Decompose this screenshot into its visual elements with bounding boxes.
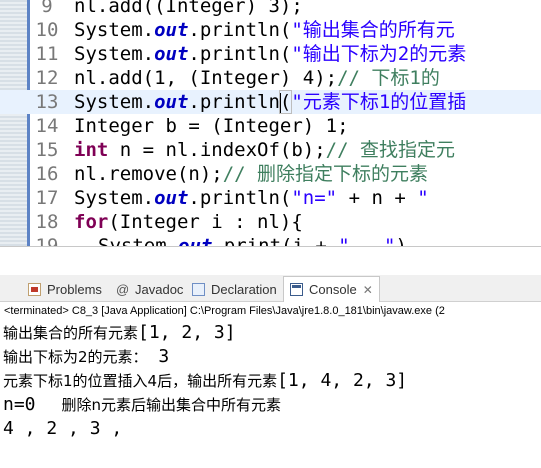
code-text: System.out.println("输出下标为2的元素 (74, 43, 467, 65)
code-text: System.out.println("n=" + n + " (74, 187, 429, 209)
line-number: 13 (35, 91, 59, 113)
code-line-15[interactable]: 15 int n = nl.indexOf(b);// 查找指定元 (0, 138, 541, 162)
tab-console[interactable]: Console ✕ (283, 276, 380, 302)
console-line: 输出下标为2的元素： 3 (3, 346, 170, 367)
tab-label: Javadoc (135, 282, 184, 297)
code-line-9[interactable]: 9 nl.add((Integer) 3); (0, 0, 541, 18)
code-line-18[interactable]: 18 for(Integer i : nl){ (0, 210, 541, 234)
tab-label: Problems (47, 282, 102, 297)
tab-label: Console (309, 282, 357, 297)
line-number: 9 (41, 0, 53, 17)
code-text: nl.add(1, (Integer) 4);// 下标1的 (74, 67, 440, 89)
tab-label: Declaration (211, 282, 277, 297)
console-line: 输出集合的所有元素[1, 2, 3] (3, 322, 236, 343)
line-number: 12 (35, 67, 59, 89)
code-text: for(Integer i : nl){ (74, 211, 303, 233)
console-line: 元素下标1的位置插入4后，输出所有元素[1, 4, 2, 3] (3, 370, 408, 391)
code-line-19[interactable]: 19 System.out.print(i + " ,") (0, 234, 541, 246)
code-text: System.out.print(i + " ,") (98, 235, 407, 246)
code-line-14[interactable]: 14 Integer b = (Integer) 1; (0, 114, 541, 138)
console-status-line: <terminated> C8_3 [Java Application] C:\… (4, 305, 445, 317)
problems-icon (28, 283, 41, 296)
code-line-16[interactable]: 16 nl.remove(n);// 删除指定下标的元素 (0, 162, 541, 186)
code-text: int n = nl.indexOf(b);// 查找指定元 (74, 139, 455, 161)
code-line-17[interactable]: 17 System.out.println("n=" + n + " (0, 186, 541, 210)
javadoc-at-icon: @ (116, 282, 130, 297)
code-line-11[interactable]: 11 System.out.println("输出下标为2的元素 (0, 42, 541, 66)
code-text: System.out.println("元素下标1的位置插 (74, 90, 467, 114)
line-number: 17 (35, 187, 59, 209)
code-line-13-current[interactable]: 13 System.out.println("元素下标1的位置插 (0, 90, 541, 114)
line-number: 16 (35, 163, 59, 185)
tab-javadoc[interactable]: @ Javadoc (116, 277, 183, 302)
line-number: 18 (35, 211, 59, 233)
console-line: n=0 删除n元素后输出集合中所有元素 (3, 394, 282, 415)
line-number: 10 (35, 19, 59, 41)
line-number: 19 (35, 235, 59, 246)
console-line: 4 , 2 , 3 , (3, 418, 123, 439)
tab-declaration[interactable]: Declaration (192, 277, 277, 302)
code-line-10[interactable]: 10 System.out.println("输出集合的所有元 (0, 18, 541, 42)
view-tab-bar: Problems @ Javadoc Declaration Console ✕ (0, 275, 541, 302)
code-text: nl.add((Integer) 3); (74, 0, 303, 17)
line-number: 11 (35, 43, 59, 65)
line-number: 14 (35, 115, 59, 137)
code-text: System.out.println("输出集合的所有元 (74, 19, 455, 41)
console-icon (290, 283, 303, 296)
tab-problems[interactable]: Problems (28, 277, 102, 302)
declaration-icon (192, 283, 205, 296)
code-editor[interactable]: 9 nl.add((Integer) 3); 10 System.out.pri… (0, 0, 541, 246)
code-text: nl.remove(n);// 删除指定下标的元素 (74, 163, 429, 185)
code-line-12[interactable]: 12 nl.add(1, (Integer) 4);// 下标1的 (0, 66, 541, 90)
views-panel: Problems @ Javadoc Declaration Console ✕… (0, 246, 541, 468)
code-text: Integer b = (Integer) 1; (74, 115, 349, 137)
line-number: 15 (35, 139, 59, 161)
close-icon[interactable]: ✕ (363, 283, 373, 297)
